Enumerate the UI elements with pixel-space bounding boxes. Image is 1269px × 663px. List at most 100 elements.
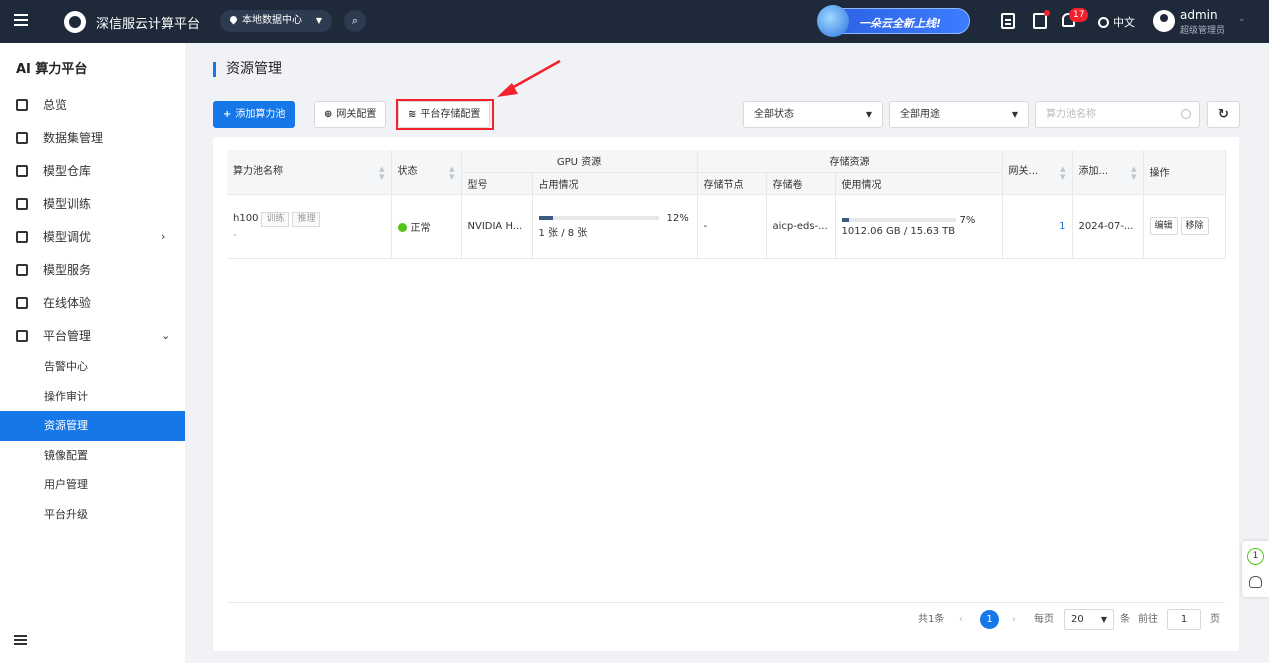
refresh-button[interactable]: ↻ — [1207, 101, 1240, 128]
per-page-value: 20 — [1071, 614, 1084, 625]
sidebar-item-model-training[interactable]: 模型训练 — [0, 189, 185, 219]
sidebar-item-label: 模型训练 — [43, 197, 92, 211]
page-number-current[interactable]: 1 — [980, 610, 999, 629]
goto-page-input[interactable]: 1 — [1167, 609, 1201, 630]
arrow-shaft — [509, 59, 561, 91]
task-icon[interactable] — [1033, 10, 1050, 29]
bar-chart-icon — [16, 132, 28, 144]
user-role: 超级管理员 — [1180, 26, 1226, 36]
sidebar: AI 算力平台 总览 数据集管理 模型仓库 模型训练 模型调优 › 模型服务 在… — [0, 43, 185, 663]
datacenter-select[interactable]: 本地数据中心 ▼ — [220, 10, 332, 32]
sidebar-sub-platform-upgrade[interactable]: 平台升级 — [0, 500, 185, 530]
document-icon[interactable] — [1001, 13, 1015, 29]
gateway-link[interactable]: 1 — [1059, 221, 1065, 232]
sidebar-item-label: 平台管理 — [43, 329, 92, 343]
col-gateway[interactable]: 网关... ▲ ▼ — [1002, 150, 1073, 195]
per-page-select[interactable]: 20 ▼ — [1064, 609, 1114, 630]
check-circle-icon — [397, 222, 407, 232]
table-row: h100 训练 推理 - 正常 NVIDIA H... 12% 1 张 / 8 张 … — [227, 194, 1226, 259]
caret-down-icon: ▼ — [1011, 110, 1018, 119]
col-added[interactable]: 添加... ▲ ▼ — [1072, 150, 1144, 195]
sort-icon[interactable]: ▲ ▼ — [1060, 165, 1065, 181]
menu-icon[interactable] — [14, 14, 28, 26]
avatar[interactable] — [1153, 10, 1175, 32]
promo-mascot-icon — [817, 5, 849, 37]
goto-label: 前往 — [1138, 614, 1158, 625]
customer-service-icon[interactable] — [1249, 576, 1262, 588]
brand-name: 深信服云计算平台 — [96, 17, 201, 32]
page-title: 资源管理 — [213, 62, 282, 77]
sidebar-sub-user-management[interactable]: 用户管理 — [0, 470, 185, 500]
plus-icon: + — [223, 109, 232, 120]
remove-button[interactable]: 移除 — [1180, 217, 1209, 235]
sidebar-item-model-tuning[interactable]: 模型调优 › — [0, 222, 185, 252]
col-status[interactable]: 状态 ▲ ▼ — [391, 150, 462, 195]
status-filter-value: 全部状态 — [754, 109, 794, 120]
user-name[interactable]: admin — [1180, 8, 1218, 22]
chevron-down-icon[interactable]: ⌄ — [1238, 14, 1246, 24]
next-page-icon[interactable]: › — [1012, 610, 1016, 630]
sidebar-item-datasets[interactable]: 数据集管理 — [0, 123, 185, 153]
datacenter-label: 本地数据中心 — [242, 15, 302, 26]
promo-banner[interactable]: 一朵云全新上线! — [817, 5, 970, 37]
sidebar-sub-operation-audit[interactable]: 操作审计 — [0, 382, 185, 412]
cell-storage-volume: aicp-eds-... — [766, 194, 836, 259]
sort-icon[interactable]: ▲ ▼ — [449, 165, 454, 181]
sort-icon[interactable]: ▲ ▼ — [379, 165, 384, 181]
sidebar-item-platform-management[interactable]: 平台管理 ⌄ — [0, 321, 185, 351]
sidebar-item-online-trial[interactable]: 在线体验 — [0, 288, 185, 318]
sidebar-item-label: 数据集管理 — [43, 131, 104, 145]
col-storage-volume: 存储卷 — [766, 172, 836, 195]
sidebar-item-model-repo[interactable]: 模型仓库 — [0, 156, 185, 186]
page-unit: 页 — [1210, 614, 1220, 625]
sidebar-sub-resource-management[interactable]: 资源管理 — [0, 411, 185, 441]
sidebar-item-model-service[interactable]: 模型服务 — [0, 255, 185, 285]
tag-inference: 推理 — [292, 211, 321, 227]
pool-search[interactable] — [1035, 101, 1200, 128]
resource-pool-table: 算力池名称 ▲ ▼ 状态 ▲ ▼ GPU 资源 存储资源 网关... ▲ ▼ 添加... ▲ ▼… — [227, 150, 1226, 259]
gpu-count: 1 张 / 8 张 — [538, 228, 588, 239]
col-gpu-usage: 占用情况 — [532, 172, 698, 195]
status-filter-select[interactable]: 全部状态 ▼ — [743, 101, 883, 128]
collapse-sidebar-icon[interactable] — [14, 635, 27, 646]
add-pool-button[interactable]: + 添加算力池 — [213, 101, 296, 128]
task-counter-icon[interactable]: 1 — [1247, 548, 1264, 565]
storage-percent: 7% — [959, 215, 976, 226]
per-page-label: 每页 — [1034, 614, 1054, 625]
col-pool-name[interactable]: 算力池名称 ▲ ▼ — [227, 150, 392, 195]
add-pool-label: 添加算力池 — [235, 109, 286, 120]
sidebar-item-overview[interactable]: 总览 — [0, 90, 185, 120]
sidebar-sub-image-config[interactable]: 镜像配置 — [0, 441, 185, 471]
cell-actions: 编辑 移除 — [1143, 194, 1226, 259]
tag-training: 训练 — [261, 211, 290, 227]
edit-button[interactable]: 编辑 — [1149, 217, 1178, 235]
pool-name[interactable]: h100 — [233, 213, 258, 224]
pool-search-input[interactable] — [1036, 102, 1166, 127]
cell-gateway: 1 — [1002, 194, 1073, 259]
cell-storage-usage: 7% 1012.06 GB / 15.63 TB — [835, 194, 1003, 259]
status-text: 正常 — [410, 222, 431, 234]
usage-filter-value: 全部用途 — [900, 109, 940, 120]
notification-badge: 17 — [1069, 8, 1089, 22]
warehouse-icon — [16, 165, 28, 177]
global-search-icon[interactable]: ⌕ — [344, 10, 366, 32]
language-switch[interactable]: 中文 — [1098, 14, 1135, 30]
globe-icon: ⊕ — [324, 109, 333, 120]
cell-status: 正常 — [391, 194, 462, 259]
col-actions: 操作 — [1143, 150, 1226, 195]
search-icon[interactable] — [1181, 109, 1191, 119]
top-bar: 深信服云计算平台 本地数据中心 ▼ ⌕ 一朵云全新上线! 17 中文 admin … — [0, 0, 1269, 43]
gateway-config-button[interactable]: ⊕ 网关配置 — [314, 101, 387, 128]
sort-icon[interactable]: ▲ ▼ — [1131, 165, 1136, 181]
per-page-unit: 条 — [1120, 614, 1130, 625]
sidebar-sub-alarm-center[interactable]: 告警中心 — [0, 352, 185, 382]
prev-page-icon[interactable]: ‹ — [959, 610, 963, 630]
usage-filter-select[interactable]: 全部用途 ▼ — [889, 101, 1029, 128]
promo-text: 一朵云全新上线! — [859, 17, 942, 30]
cell-added: 2024-07-... — [1072, 194, 1144, 259]
storage-used: 1012.06 GB / 15.63 TB — [841, 226, 956, 237]
gpu-usage-fill — [538, 216, 553, 220]
sidebar-item-label: 模型服务 — [43, 263, 92, 277]
globe-icon — [1098, 17, 1109, 28]
arrow-head — [497, 83, 518, 97]
